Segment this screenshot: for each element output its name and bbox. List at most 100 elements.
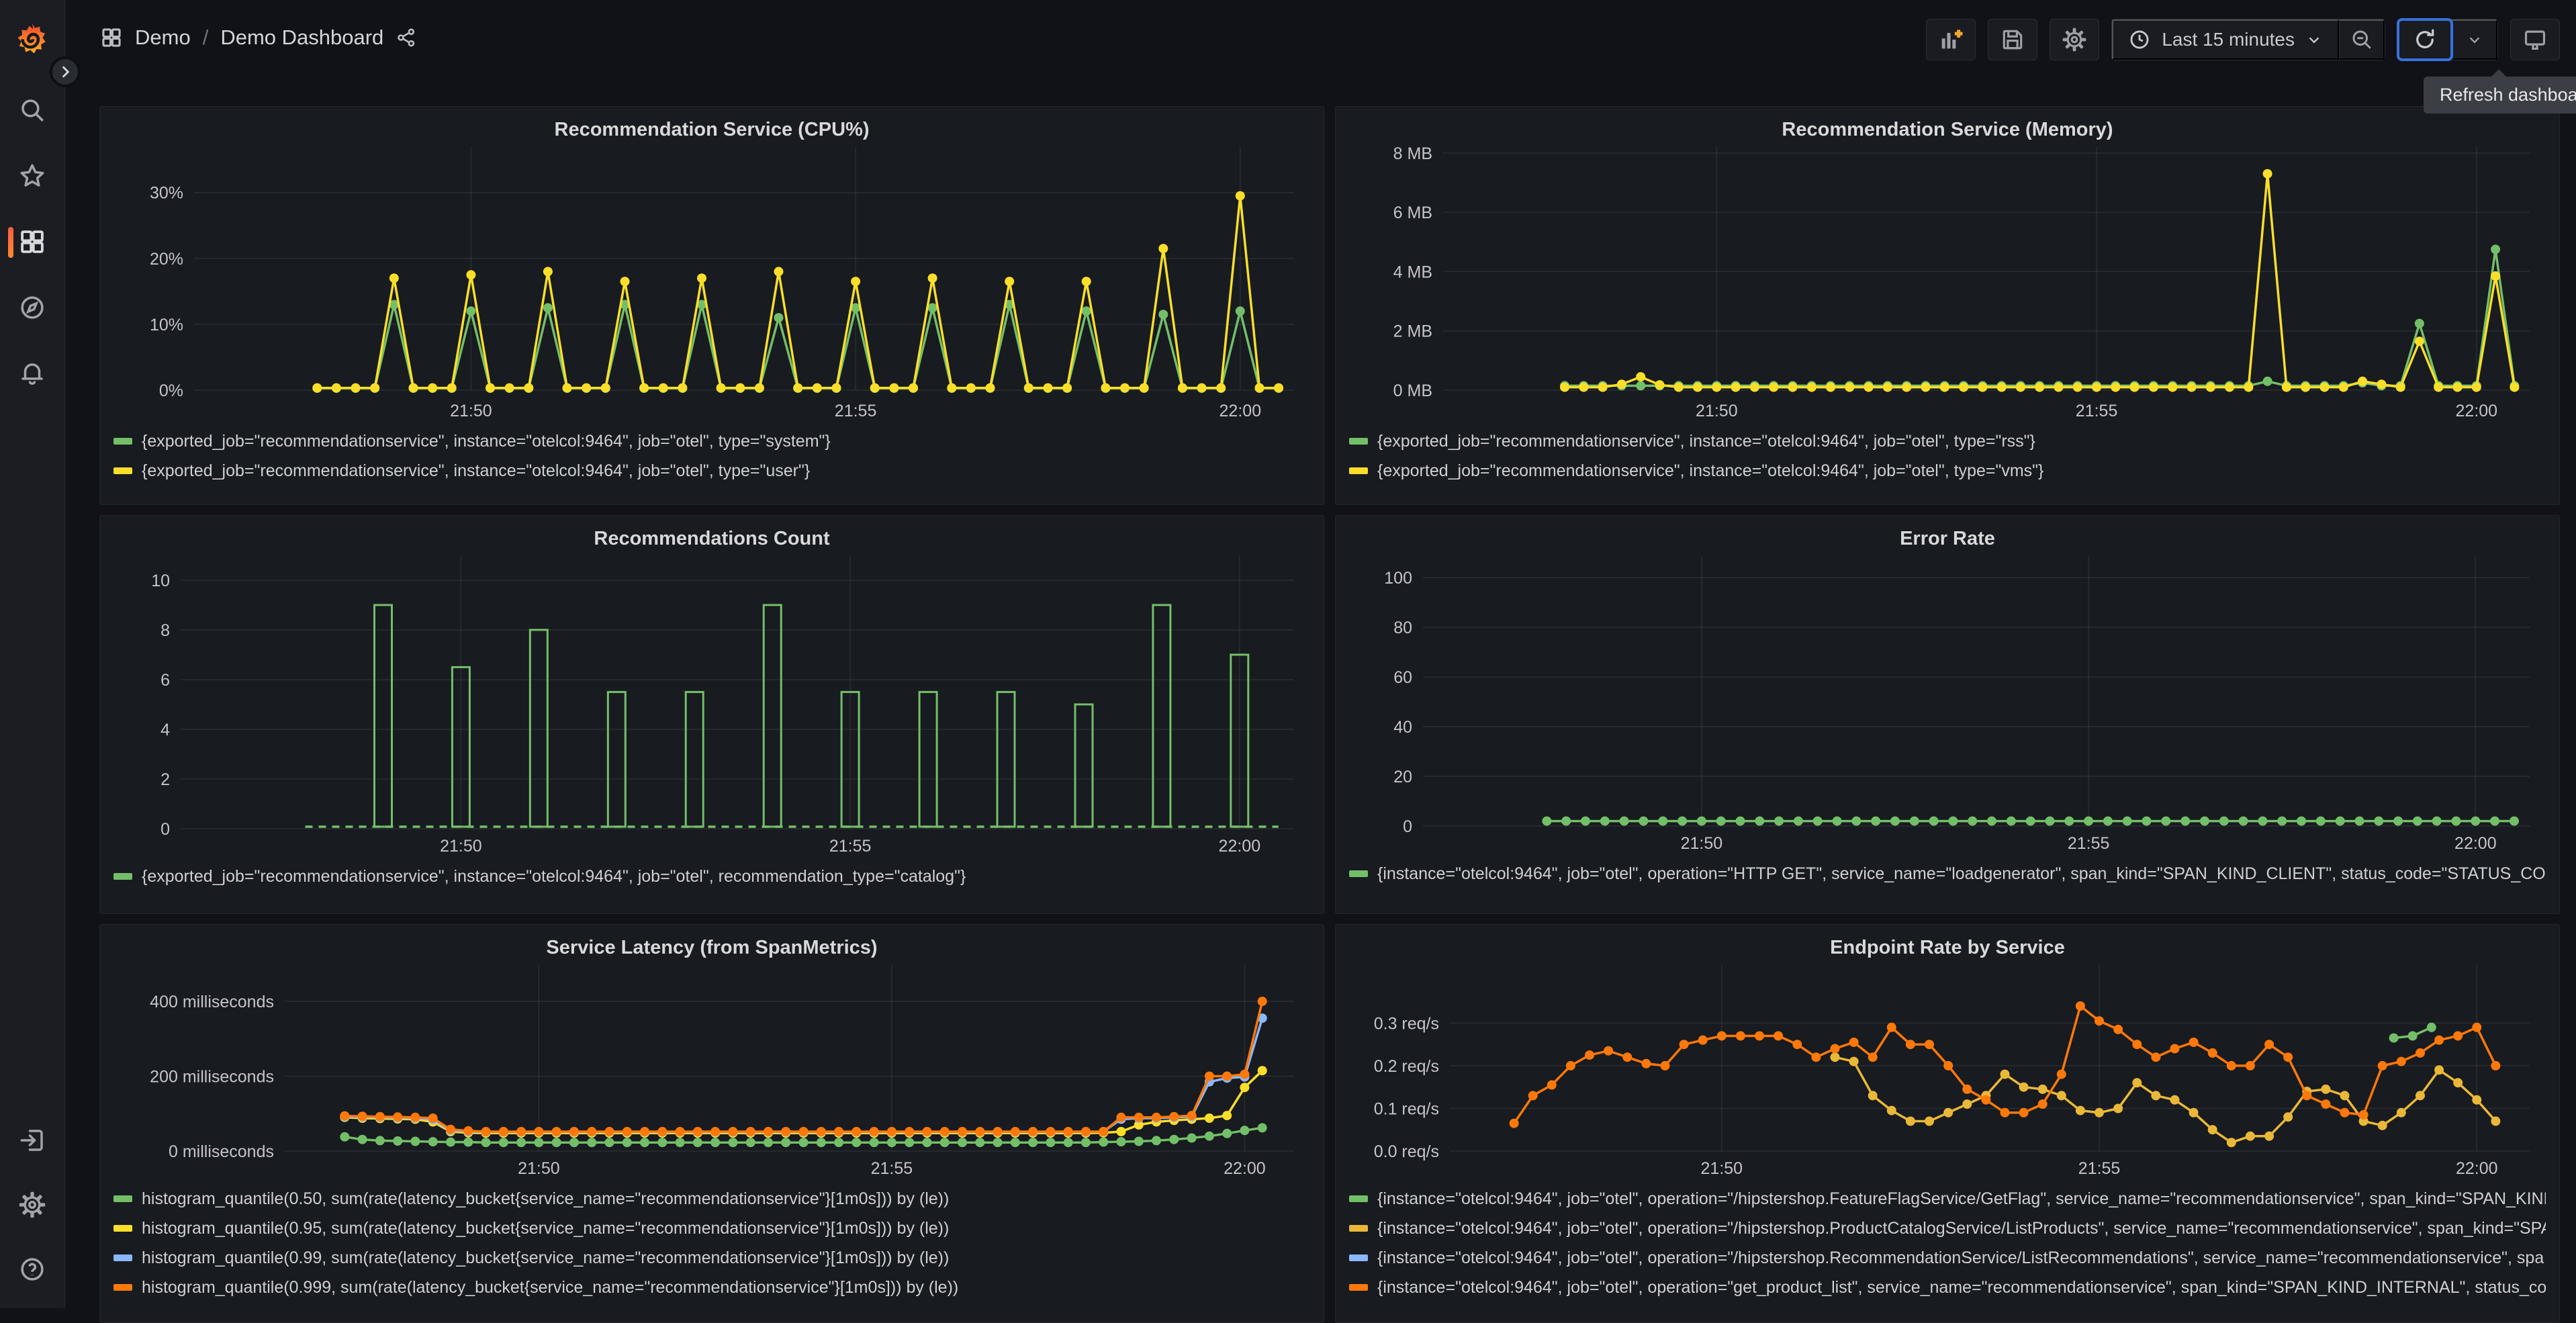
legend-label: histogram_quantile(0.99, sum(rate(latenc… xyxy=(142,1248,950,1267)
svg-text:200 milliseconds: 200 milliseconds xyxy=(150,1068,274,1087)
kiosk-mode-button[interactable] xyxy=(2510,19,2560,60)
svg-text:20%: 20% xyxy=(150,250,183,269)
breadcrumb-page[interactable]: Demo Dashboard xyxy=(220,26,383,50)
sign-in-icon xyxy=(20,1130,43,1151)
refresh-button[interactable] xyxy=(2397,18,2453,61)
svg-text:400 milliseconds: 400 milliseconds xyxy=(150,993,274,1011)
svg-text:0 MB: 0 MB xyxy=(1393,381,1432,400)
legend-label: {exported_job="recommendationservice", i… xyxy=(142,866,966,886)
admin-gear-icon xyxy=(19,1191,46,1218)
save-dashboard-button[interactable] xyxy=(1988,19,2038,60)
share-icon[interactable] xyxy=(396,27,417,48)
legend-label: {instance="otelcol:9464", job="otel", op… xyxy=(1377,1248,2544,1267)
series-color-swatch xyxy=(1349,467,1368,474)
active-indicator xyxy=(8,227,13,258)
sidebar-item-help[interactable] xyxy=(0,1245,64,1293)
panel-title[interactable]: Recommendation Service (CPU%) xyxy=(113,107,1310,147)
panel-title[interactable]: Recommendations Count xyxy=(113,516,1310,556)
panel-service-latency: Service Latency (from SpanMetrics) 0 mil… xyxy=(99,924,1324,1323)
svg-text:21:50: 21:50 xyxy=(450,402,492,420)
panel-title[interactable]: Recommendation Service (Memory) xyxy=(1349,107,2546,147)
dashboard-settings-button[interactable] xyxy=(2050,19,2100,60)
time-range-button[interactable]: Last 15 minutes xyxy=(2112,19,2339,60)
panel-legend: {exported_job="recommendationservice", i… xyxy=(113,865,1310,888)
sidebar-item-starred[interactable] xyxy=(0,152,64,200)
series-color-swatch xyxy=(113,873,132,880)
legend-item[interactable]: histogram_quantile(0.95, sum(rate(latenc… xyxy=(113,1217,1310,1240)
legend-item[interactable]: {exported_job="recommendationservice", i… xyxy=(113,430,1310,453)
svg-text:0: 0 xyxy=(1403,817,1412,836)
panel-legend: {exported_job="recommendationservice", i… xyxy=(1349,430,2546,482)
svg-text:0: 0 xyxy=(160,820,170,839)
legend-item[interactable]: {exported_job="recommendationservice", i… xyxy=(113,865,1310,888)
save-dashboard-icon xyxy=(2003,30,2023,50)
legend-item[interactable]: {exported_job="recommendationservice", i… xyxy=(113,459,1310,482)
chart-canvas[interactable]: 0 2 4 6 8 10 21:50 21:55 22:00 xyxy=(113,556,1310,856)
refresh-group xyxy=(2397,18,2498,61)
add-panel-button[interactable] xyxy=(1926,19,1976,60)
breadcrumb-folder[interactable]: Demo xyxy=(135,26,191,50)
legend-item[interactable]: {exported_job="recommendationservice", i… xyxy=(1349,459,2546,482)
chevron-down-icon xyxy=(2469,37,2479,44)
svg-text:21:50: 21:50 xyxy=(440,837,482,856)
series-color-swatch xyxy=(113,1284,132,1291)
legend-item[interactable]: histogram_quantile(0.999, sum(rate(laten… xyxy=(113,1276,1310,1299)
sidebar-item-search[interactable] xyxy=(0,86,64,134)
panel-title[interactable]: Service Latency (from SpanMetrics) xyxy=(113,925,1310,965)
refresh-tooltip: Refresh dashboard xyxy=(2424,69,2576,113)
series-color-swatch xyxy=(113,438,132,445)
star-icon xyxy=(20,164,44,187)
search-icon xyxy=(21,99,44,122)
panel-recommendation-memory: Recommendation Service (Memory) 0 MB 2 MB… xyxy=(1335,106,2560,505)
panel-title[interactable]: Error Rate xyxy=(1349,516,2546,556)
panel-title[interactable]: Endpoint Rate by Service xyxy=(1349,925,2546,965)
legend-label: {instance="otelcol:9464", job="otel", op… xyxy=(1377,864,2546,883)
grafana-logo[interactable] xyxy=(15,20,50,58)
svg-text:21:50: 21:50 xyxy=(1681,834,1723,853)
legend-item[interactable]: {instance="otelcol:9464", job="otel", op… xyxy=(1349,1246,2546,1269)
panel-error-rate: Error Rate 0 20 40 60 80 100 21:50 21:55 22:00 {… xyxy=(1335,515,2560,914)
panel-endpoint-rate: Endpoint Rate by Service 0.0 req/s 0.1 re… xyxy=(1335,924,2560,1323)
legend-label: {exported_job="recommendationservice", i… xyxy=(1377,431,2035,451)
breadcrumb: Demo / Demo Dashboard xyxy=(100,26,417,50)
svg-text:21:55: 21:55 xyxy=(871,1159,913,1178)
refresh-interval-button[interactable] xyxy=(2452,19,2497,60)
legend-item[interactable]: histogram_quantile(0.99, sum(rate(latenc… xyxy=(113,1246,1310,1269)
svg-text:4: 4 xyxy=(160,721,170,739)
sidebar-item-explore[interactable] xyxy=(0,283,64,332)
chart-canvas[interactable]: 0.0 req/s 0.1 req/s 0.2 req/s 0.3 req/s 21:5… xyxy=(1349,965,2546,1178)
clock-icon xyxy=(2130,30,2149,49)
svg-text:21:55: 21:55 xyxy=(829,837,872,856)
sidebar-item-alerting[interactable] xyxy=(0,349,64,398)
chart-canvas[interactable]: 0 20 40 60 80 100 21:50 21:55 22:00 xyxy=(1349,556,2546,853)
svg-text:21:50: 21:50 xyxy=(518,1159,560,1178)
svg-text:21:55: 21:55 xyxy=(2078,1159,2121,1178)
series-color-swatch xyxy=(1349,870,1368,877)
series-color-swatch xyxy=(1349,438,1368,445)
legend-item[interactable]: histogram_quantile(0.50, sum(rate(latenc… xyxy=(113,1187,1310,1210)
sidebar-item-dashboards[interactable] xyxy=(0,218,64,266)
add-panel-icon xyxy=(1941,30,1963,49)
svg-text:30%: 30% xyxy=(150,184,183,203)
dashboard-breadcrumb-icon xyxy=(102,28,121,47)
zoom-out-button[interactable] xyxy=(2339,19,2385,60)
sidebar-item-sign-in[interactable] xyxy=(0,1116,64,1165)
chart-canvas[interactable]: 0 milliseconds 200 milliseconds 400 millis… xyxy=(113,965,1310,1178)
legend-item[interactable]: {instance="otelcol:9464", job="otel", op… xyxy=(1349,862,2546,885)
zoom-out-icon xyxy=(2352,30,2371,49)
sidebar-item-server-admin[interactable] xyxy=(0,1181,64,1229)
legend-item[interactable]: {exported_job="recommendationservice", i… xyxy=(1349,430,2546,453)
dashboard-toolbar: Last 15 minutes xyxy=(1926,18,2560,61)
legend-item[interactable]: {instance="otelcol:9464", job="otel", op… xyxy=(1349,1276,2546,1299)
alerting-bell-icon xyxy=(21,363,43,385)
legend-label: histogram_quantile(0.50, sum(rate(latenc… xyxy=(142,1189,950,1208)
legend-item[interactable]: {instance="otelcol:9464", job="otel", op… xyxy=(1349,1187,2546,1210)
sidebar-expand-button[interactable] xyxy=(50,56,81,87)
chart-canvas[interactable]: 0% 10% 20% 30% 21:50 21:55 22:00 xyxy=(113,147,1310,420)
time-range-label: Last 15 minutes xyxy=(2162,29,2295,50)
series-color-swatch xyxy=(113,1195,132,1202)
legend-label: {exported_job="recommendationservice", i… xyxy=(1377,461,2044,480)
legend-item[interactable]: {instance="otelcol:9464", job="otel", op… xyxy=(1349,1217,2546,1240)
svg-text:10%: 10% xyxy=(150,316,183,334)
chart-canvas[interactable]: 0 MB 2 MB 4 MB 6 MB 8 MB 21:50 21:55 22:00 xyxy=(1349,147,2546,420)
